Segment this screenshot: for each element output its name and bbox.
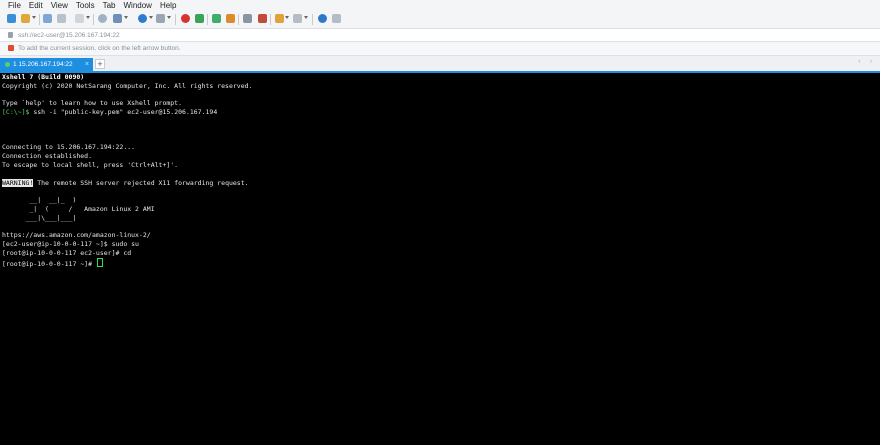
toolbar-divider <box>312 14 313 25</box>
toolbar-divider <box>175 14 176 25</box>
ascii-banner-line: __| __|_ ) <box>2 196 77 205</box>
address-bar[interactable]: ssh://ec2-user@15.206.167.194:22 <box>0 28 880 42</box>
terminal-warning-line: WARNING! The remote SSH server rejected … <box>0 178 880 188</box>
tab-scroll-arrows[interactable]: ‹ › <box>858 59 876 65</box>
new-session-icon[interactable] <box>7 14 16 23</box>
keyboard-icon[interactable] <box>243 14 252 23</box>
menu-tools[interactable]: Tools <box>72 0 99 11</box>
terminal-blank <box>0 187 880 196</box>
warning-message: The remote SSH server rejected X11 forwa… <box>33 178 249 187</box>
chevron-down-icon[interactable] <box>285 16 289 19</box>
tab-session[interactable]: 1 15.206.167.194:22 × <box>0 58 93 71</box>
font-icon[interactable] <box>156 14 165 23</box>
toolbar-divider <box>270 14 271 25</box>
local-command: ssh -i "public-key.pem" ec2-user@15.206.… <box>29 108 218 117</box>
terminal-escape-hint: To escape to local shell, press 'Ctrl+Al… <box>2 160 179 169</box>
tab-label[interactable]: 1 15.206.167.194:22 <box>13 58 73 71</box>
reconnect-icon[interactable] <box>75 14 84 23</box>
terminal-local-command-line: [C:\~]$ ssh -i "public-key.pem" ec2-user… <box>0 108 880 117</box>
menu-window[interactable]: Window <box>119 0 155 11</box>
menu-view[interactable]: View <box>47 0 72 11</box>
menu-edit[interactable]: Edit <box>25 0 47 11</box>
terminal-url: https://aws.amazon.com/amazon-linux-2/ <box>2 231 151 240</box>
open-folder-icon[interactable] <box>21 14 30 23</box>
menu-bar: File Edit View Tools Tab Window Help <box>0 0 880 11</box>
script-icon[interactable] <box>258 14 267 23</box>
search-icon[interactable] <box>98 14 107 23</box>
properties-icon[interactable] <box>113 14 122 23</box>
terminal-blank <box>0 126 880 135</box>
layout-icon[interactable] <box>275 14 284 23</box>
text-cursor <box>96 257 103 267</box>
menu-tab[interactable]: Tab <box>99 0 120 11</box>
terminal-blank <box>0 91 880 100</box>
toolbar-divider <box>238 14 239 25</box>
ascii-banner-line: ___|\___|___| <box>2 213 77 222</box>
session-hint-bar: To add the current session, click on the… <box>0 42 880 56</box>
chevron-down-icon[interactable] <box>86 16 90 19</box>
hint-text: To add the current session, click on the… <box>18 45 181 52</box>
tile-icon[interactable] <box>293 14 302 23</box>
lock-icon <box>8 32 13 38</box>
terminal-cd-line: [root@ip-10-0-0-117 ec2-user]# cd <box>2 248 132 257</box>
add-tab-button[interactable]: + <box>95 59 105 69</box>
menu-help[interactable]: Help <box>156 0 180 11</box>
chevron-down-icon[interactable] <box>167 16 171 19</box>
current-prompt: [root@ip-10-0-0-117 ~]# <box>2 259 96 268</box>
chevron-down-icon[interactable] <box>149 16 153 19</box>
terminal-sudo-line: [ec2-user@ip-10-0-0-117 ~]$ sudo su <box>2 240 139 249</box>
toolbar-divider <box>93 14 94 25</box>
warning-tag: WARNING! <box>2 178 34 187</box>
chevron-down-icon[interactable] <box>124 16 128 19</box>
globe-icon[interactable] <box>138 14 147 23</box>
menu-file[interactable]: File <box>0 0 25 11</box>
disconnect-icon[interactable] <box>57 14 66 23</box>
terminal-current-prompt-line: [root@ip-10-0-0-117 ~]# <box>0 257 880 268</box>
terminal-blank <box>0 170 880 179</box>
terminal-established: Connection established. <box>2 152 93 161</box>
transfer-icon[interactable] <box>195 14 204 23</box>
local-prompt: [C:\~]$ <box>2 108 30 117</box>
chevron-down-icon[interactable] <box>304 16 308 19</box>
ascii-banner-line: _| ( / Amazon Linux 2 AMI <box>2 204 155 213</box>
connect-icon[interactable] <box>43 14 52 23</box>
terminal-blank <box>0 223 880 232</box>
fullscreen-icon[interactable] <box>212 14 221 23</box>
connected-status-icon <box>5 62 10 67</box>
chat-icon[interactable] <box>332 14 341 23</box>
lock-icon[interactable] <box>226 14 235 23</box>
terminal-help-line: Type `help' to learn how to use Xshell p… <box>2 99 183 108</box>
terminal-area[interactable]: Xshell 7 (Build 0090) Copyright (c) 2020… <box>0 73 880 445</box>
toolbar <box>0 11 880 28</box>
terminal-blank <box>0 135 880 144</box>
terminal-copyright: Copyright (c) 2020 NetSarang Computer, I… <box>2 81 253 90</box>
terminal-connecting: Connecting to 15.206.167.194:22... <box>2 143 136 152</box>
bookmark-icon[interactable] <box>8 45 14 51</box>
xftp-icon[interactable] <box>181 14 190 23</box>
terminal-header-title: Xshell 7 (Build 0090) <box>2 73 85 81</box>
toolbar-divider <box>39 14 40 25</box>
chevron-down-icon[interactable] <box>32 16 36 19</box>
terminal-blank <box>0 117 880 126</box>
close-icon[interactable]: × <box>85 58 89 71</box>
help-icon[interactable] <box>318 14 327 23</box>
toolbar-divider <box>207 14 208 25</box>
tab-bar: 1 15.206.167.194:22 × + ‹ › <box>0 56 880 73</box>
address-text[interactable]: ssh://ec2-user@15.206.167.194:22 <box>18 29 120 42</box>
